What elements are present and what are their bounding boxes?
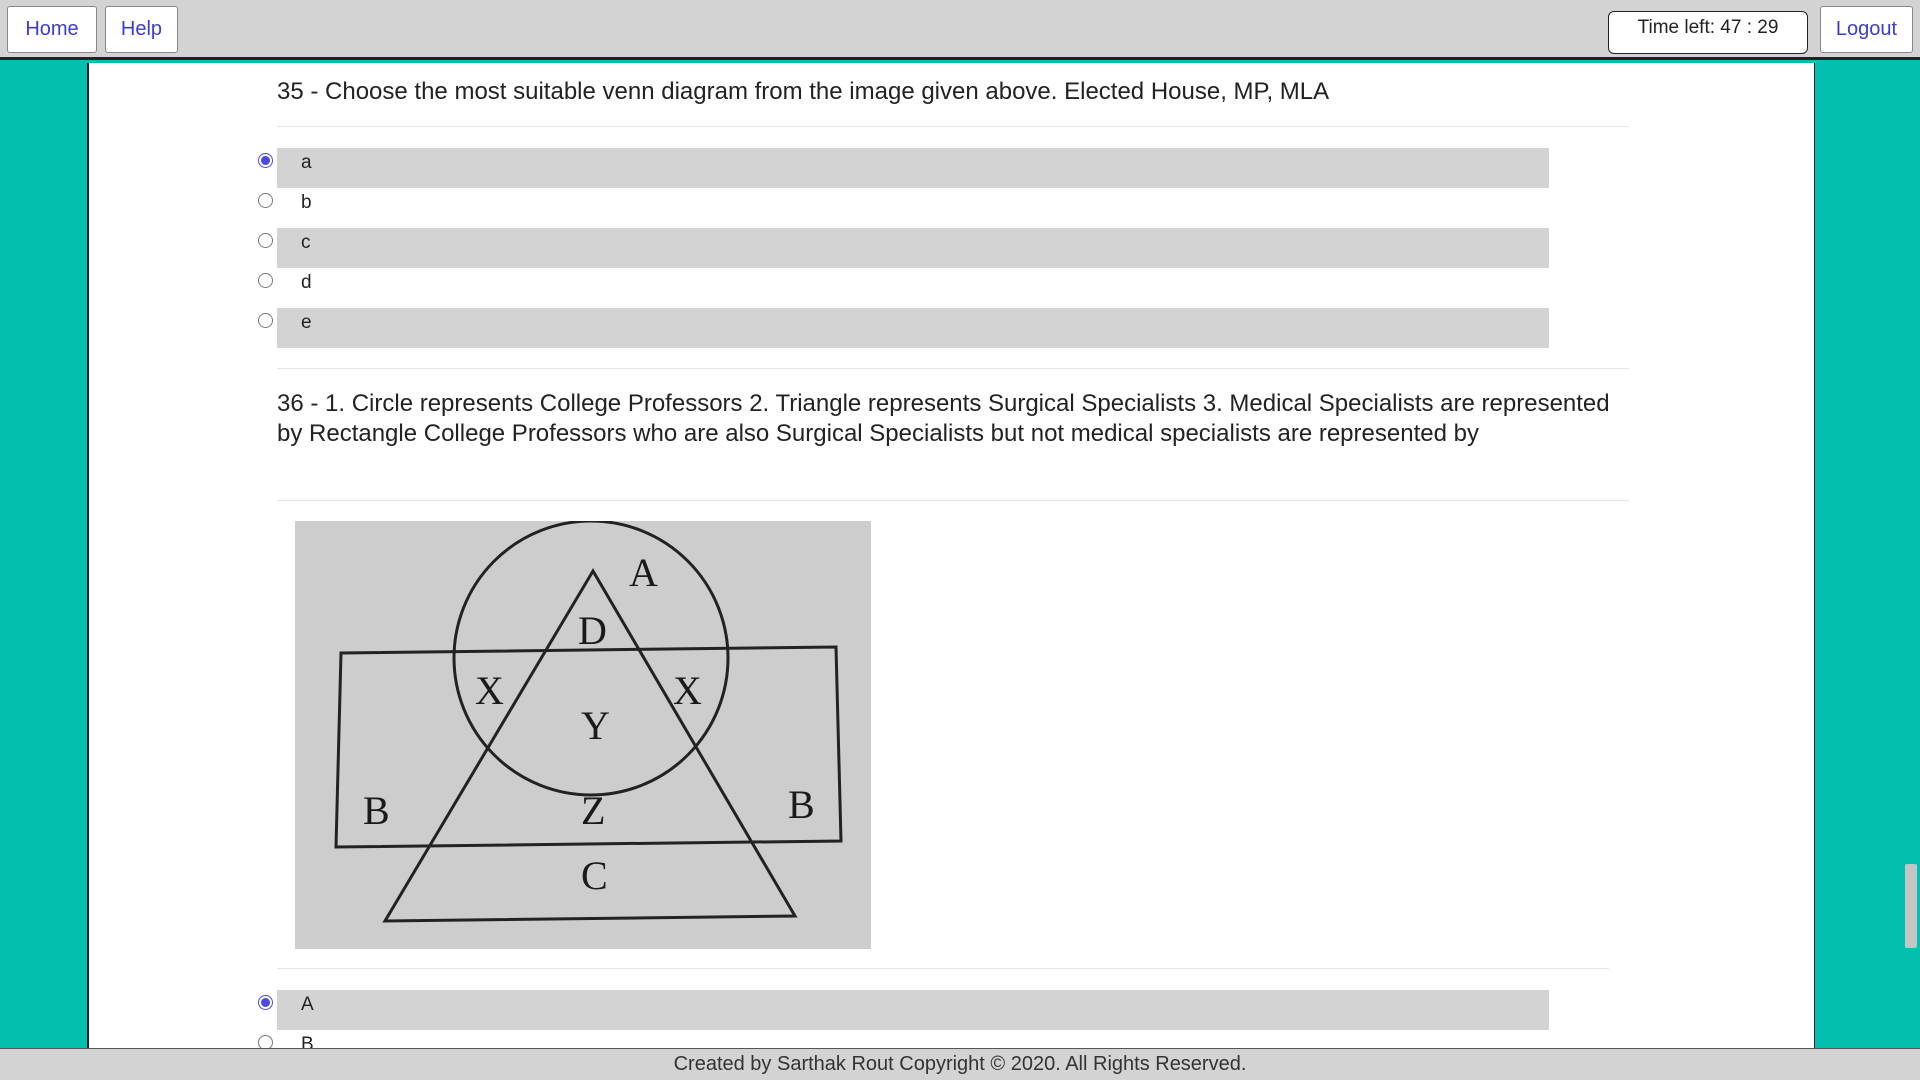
help-button[interactable]: Help bbox=[105, 6, 178, 53]
diagram-label-b-right: B bbox=[788, 782, 815, 827]
option-36-a[interactable]: A bbox=[258, 990, 1549, 1030]
divider bbox=[277, 968, 1609, 969]
divider bbox=[277, 126, 1629, 127]
diagram-label-d: D bbox=[578, 608, 607, 653]
timer-text: Time left: 47 : 29 bbox=[1637, 17, 1779, 38]
question-35-text: 35 - Choose the most suitable venn diagr… bbox=[277, 78, 1330, 105]
diagram-label-y: Y bbox=[581, 703, 610, 748]
top-navigation-bar: Home Help Time left: 47 : 29 Logout bbox=[0, 0, 1920, 60]
diagram-label-b-left: B bbox=[363, 788, 390, 833]
diagram-label-a: A bbox=[629, 550, 658, 595]
radio-36-b[interactable] bbox=[258, 1035, 273, 1048]
logout-button[interactable]: Logout bbox=[1820, 6, 1913, 53]
option-35-a[interactable]: a bbox=[258, 148, 1549, 188]
option-label: d bbox=[301, 272, 312, 293]
option-35-c[interactable]: c bbox=[258, 228, 1549, 268]
diagram-label-x-left: X bbox=[475, 668, 504, 713]
diagram-label-z: Z bbox=[581, 788, 605, 833]
diagram-label-x-right: X bbox=[673, 668, 702, 713]
divider bbox=[277, 368, 1629, 369]
option-label: c bbox=[301, 232, 311, 253]
option-label: b bbox=[301, 192, 312, 213]
radio-35-d[interactable] bbox=[258, 273, 273, 288]
divider bbox=[277, 500, 1629, 501]
venn-diagram-image: A D X X Y B Z B C bbox=[295, 519, 871, 949]
option-36-b[interactable]: B bbox=[258, 1030, 1549, 1048]
option-label: a bbox=[301, 152, 312, 173]
diagram-label-c: C bbox=[581, 853, 608, 898]
quiz-content-panel: 35 - Choose the most suitable venn diagr… bbox=[87, 63, 1815, 1048]
time-left-display: Time left: 47 : 29 bbox=[1608, 11, 1808, 54]
radio-36-a[interactable] bbox=[258, 995, 273, 1010]
scrollbar-thumb[interactable] bbox=[1905, 864, 1917, 948]
option-label: A bbox=[301, 994, 314, 1015]
radio-35-b[interactable] bbox=[258, 193, 273, 208]
option-label: e bbox=[301, 312, 312, 333]
home-button[interactable]: Home bbox=[7, 6, 97, 53]
question-36-text: 36 - 1. Circle represents College Profes… bbox=[277, 390, 1610, 447]
radio-35-c[interactable] bbox=[258, 233, 273, 248]
option-35-d[interactable]: d bbox=[258, 268, 1549, 308]
option-35-b[interactable]: b bbox=[258, 188, 1549, 228]
footer: Created by Sarthak Rout Copyright © 2020… bbox=[0, 1048, 1920, 1080]
option-35-e[interactable]: e bbox=[258, 308, 1549, 348]
radio-35-a[interactable] bbox=[258, 153, 273, 168]
option-label: B bbox=[301, 1034, 314, 1048]
footer-text: Created by Sarthak Rout Copyright © 2020… bbox=[673, 1053, 1247, 1075]
radio-35-e[interactable] bbox=[258, 313, 273, 328]
